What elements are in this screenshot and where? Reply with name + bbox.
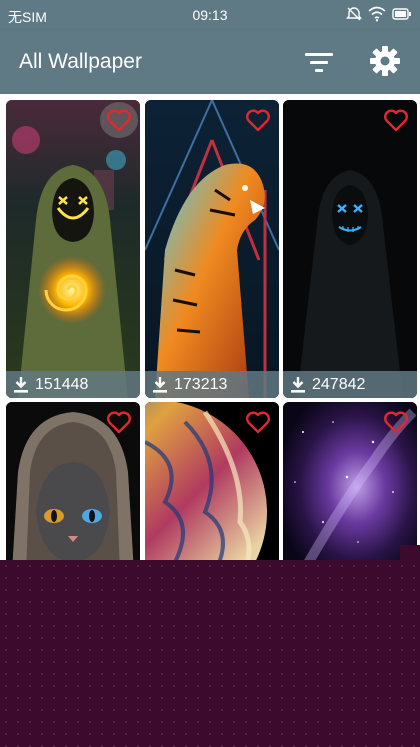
- wallpaper-card[interactable]: [283, 402, 417, 560]
- gear-icon[interactable]: [368, 44, 402, 78]
- download-icon: [14, 376, 28, 393]
- download-count: 151448: [35, 375, 89, 393]
- wallpaper-thumbnail: [283, 100, 417, 398]
- status-icons: [346, 6, 412, 22]
- alarm-off-icon: [346, 7, 362, 21]
- heart-icon[interactable]: [383, 108, 409, 132]
- heart-icon[interactable]: [106, 410, 132, 434]
- download-count: 173213: [174, 375, 228, 393]
- wallpaper-grid: 151448 173213 247842: [0, 94, 420, 560]
- ad-tab: [400, 545, 420, 560]
- wallpaper-card[interactable]: 247842: [283, 100, 417, 398]
- download-count-bar: 151448: [6, 371, 140, 398]
- filter-icon[interactable]: [303, 48, 335, 76]
- wallpaper-thumbnail: [145, 100, 279, 398]
- heart-icon[interactable]: [245, 410, 271, 434]
- ad-banner-area[interactable]: [0, 560, 420, 747]
- battery-icon: [392, 8, 411, 20]
- download-count: 247842: [312, 375, 366, 393]
- download-count-bar: 247842: [283, 371, 417, 398]
- wallpaper-card[interactable]: [6, 402, 140, 560]
- heart-icon[interactable]: [245, 108, 271, 132]
- wallpaper-card[interactable]: [145, 402, 279, 560]
- download-icon: [291, 376, 305, 393]
- wallpaper-thumbnail: [6, 100, 140, 398]
- wifi-icon: [368, 6, 386, 22]
- wallpaper-card[interactable]: 151448: [6, 100, 140, 398]
- page-title: All Wallpaper: [19, 50, 142, 73]
- status-bar: 无SIM 09:13: [0, 0, 420, 30]
- heart-icon[interactable]: [106, 108, 132, 132]
- download-count-bar: 173213: [145, 371, 279, 398]
- download-icon: [153, 376, 167, 393]
- app-bar: All Wallpaper: [0, 30, 420, 94]
- wallpaper-card[interactable]: 173213: [145, 100, 279, 398]
- heart-icon[interactable]: [383, 410, 409, 434]
